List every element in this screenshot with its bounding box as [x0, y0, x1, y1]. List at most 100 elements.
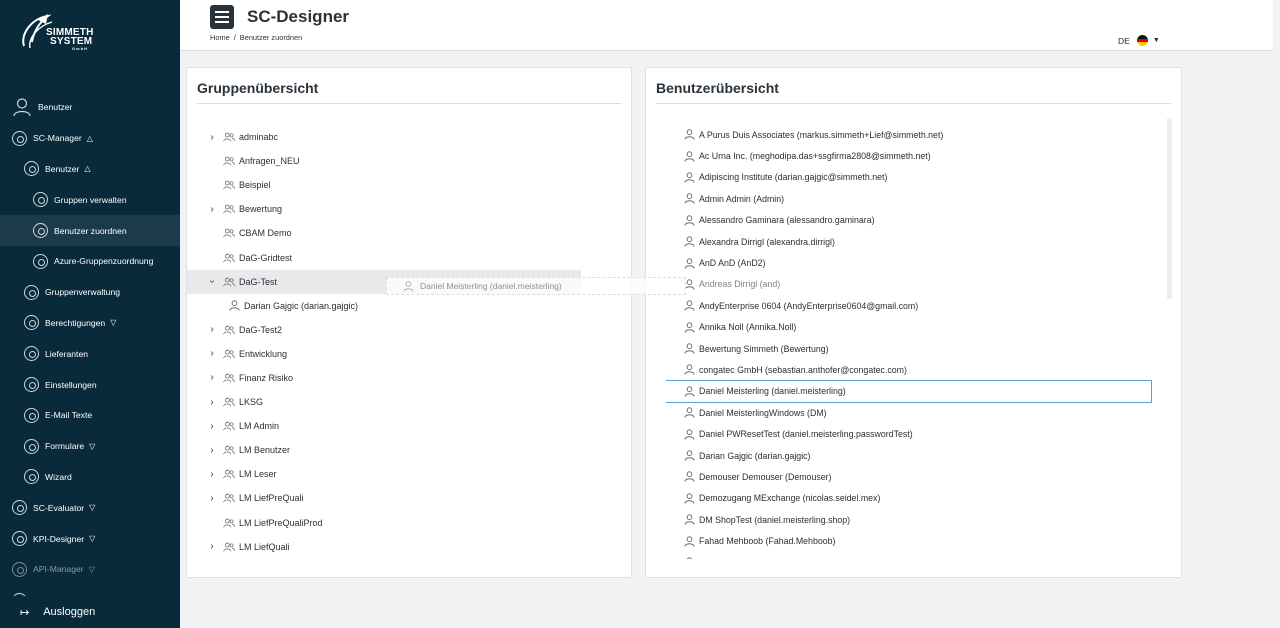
module-icon: [24, 469, 39, 485]
sidebar-item-gruppenverwaltung[interactable]: Gruppenverwaltung: [0, 277, 180, 308]
group-tree-row[interactable]: DaG-Gridtest: [207, 245, 627, 269]
user-group-icon: [223, 421, 235, 431]
group-tree-row[interactable]: › LM LiefQuali: [207, 535, 627, 559]
group-member-row[interactable]: Darian Gajgic (darian.gajgic): [207, 294, 627, 318]
sidebar-item-api-manager[interactable]: API-Manager ▽: [0, 554, 180, 585]
user-icon: [684, 322, 695, 333]
module-icon: [12, 500, 27, 516]
group-tree-row[interactable]: › Finanz Risiko: [207, 366, 627, 390]
user-list-item[interactable]: congatec GmbH (sebastian.anthofer@congat…: [666, 359, 1172, 380]
group-tree-row[interactable]: CBAM Demo: [207, 221, 627, 245]
group-tree-label: LM LiefPreQuali: [239, 493, 304, 504]
user-list-item[interactable]: AndyEnterprise 0604 (AndyEnterprise0604@…: [666, 295, 1172, 316]
chevron-right-icon[interactable]: ›: [207, 493, 217, 504]
user-list-item[interactable]: DM ShopTest (daniel.meisterling.shop): [666, 509, 1172, 530]
user-list-label: AndyEnterprise 0604 (AndyEnterprise0604@…: [699, 300, 919, 311]
chevron-right-icon[interactable]: ›: [207, 132, 217, 143]
user-group-icon: [223, 397, 235, 407]
divider: [197, 103, 621, 104]
group-tree-row[interactable]: › LM Leser: [207, 462, 627, 486]
user-list-scrollbar[interactable]: [1167, 118, 1172, 299]
user-list-item[interactable]: Admin Admin (Admin): [666, 188, 1172, 209]
user-list-item[interactable]: Andreas Dirrigl (and): [666, 274, 1172, 295]
chevron-right-icon[interactable]: ›: [207, 372, 217, 383]
user-list-label: Darian Gajgic (darian.gajgic): [699, 450, 811, 461]
chevron-right-icon[interactable]: ›: [207, 397, 217, 408]
group-tree-label: LM LiefPreQualiProd: [239, 517, 323, 528]
group-tree-row[interactable]: Beispiel: [207, 173, 627, 197]
user-list-item[interactable]: AnD AnD (AnD2): [666, 252, 1172, 273]
sidebar-item-kpi-designer[interactable]: KPI-Designer ▽: [0, 523, 180, 554]
logout-icon: ↦: [20, 606, 30, 619]
group-tree-row[interactable]: › LM Benutzer: [207, 438, 627, 462]
group-tree-row[interactable]: › DaG-Test2: [207, 318, 627, 342]
chevron-right-icon[interactable]: ›: [207, 541, 217, 552]
sidebar-item-label: Berechtigungen: [45, 317, 106, 328]
user-icon: [684, 429, 695, 440]
sidebar-item-wizard[interactable]: Wizard: [0, 462, 180, 493]
user-list-item[interactable]: Daniel MeisterlingWindows (DM): [666, 402, 1172, 423]
chevron-right-icon[interactable]: ›: [207, 445, 217, 456]
user-icon: [684, 172, 695, 183]
user-list-item[interactable]: Hanna Hahl (hanna.hahl): [666, 552, 1172, 559]
user-list-item[interactable]: Demouser Demouser (Demouser): [666, 466, 1172, 487]
chevron-down-icon[interactable]: ›: [207, 277, 218, 287]
group-tree-label: adminabc: [239, 132, 279, 143]
language-selector[interactable]: DE ▼: [1118, 35, 1160, 46]
sidebar-item-lieferanten[interactable]: Lieferanten: [0, 338, 180, 369]
user-list-item[interactable]: Daniel PWResetTest (daniel.meisterling.p…: [666, 423, 1172, 444]
group-tree-row[interactable]: LM LiefPreQualiProd: [207, 511, 627, 535]
user-list-item[interactable]: Alessandro Gaminara (alessandro.gaminara…: [666, 210, 1172, 231]
sidebar-item-gruppen-verwalten[interactable]: Gruppen verwalten: [0, 184, 180, 215]
group-tree-label: LKSG: [239, 397, 264, 408]
group-tree-row[interactable]: › Bewertung: [207, 197, 627, 221]
drag-preview-label: Daniel Meisterling (daniel.meisterling): [420, 281, 562, 291]
user-list-item[interactable]: Demozugang MExchange (nicolas.seidel.mex…: [666, 488, 1172, 509]
chevron-right-icon[interactable]: ›: [207, 204, 217, 215]
user-list-item[interactable]: Bewertung Simmeth (Bewertung): [666, 338, 1172, 359]
group-tree-row[interactable]: › adminabc: [207, 125, 627, 149]
german-flag-icon: [1136, 35, 1148, 46]
sidebar-item-label: E-Mail Texte: [45, 410, 93, 421]
chevron-right-icon[interactable]: ›: [207, 324, 217, 335]
user-group-icon: [223, 518, 235, 527]
user-group-icon: [223, 445, 235, 455]
module-icon: [12, 130, 27, 146]
chevron-right-icon[interactable]: ›: [207, 348, 217, 359]
user-list-label: AnD AnD (AnD2): [699, 258, 766, 269]
sidebar-item-berechtigungen[interactable]: Berechtigungen ▽: [0, 308, 180, 339]
sidebar-item-benutzer-zuordnen[interactable]: Benutzer zuordnen: [0, 215, 180, 246]
user-list-item[interactable]: Adipiscing Institute (darian.gajgic@simm…: [666, 167, 1172, 188]
group-tree-row[interactable]: › LKSG: [207, 390, 627, 414]
user-list-item[interactable]: Annika Noll (Annika.Noll): [666, 317, 1172, 338]
user-list-item[interactable]: Fahad Mehboob (Fahad.Mehboob): [666, 530, 1172, 551]
hamburger-menu-icon[interactable]: [210, 5, 234, 29]
chevron-right-icon[interactable]: ›: [207, 469, 217, 480]
module-icon: [12, 531, 27, 547]
breadcrumb-home[interactable]: Home: [210, 33, 230, 42]
logout-button[interactable]: ↦ Ausloggen: [0, 596, 180, 628]
sidebar-item-label: Benutzer: [45, 163, 80, 174]
sidebar-item-user-profile[interactable]: Benutzer: [0, 92, 180, 123]
user-icon: [684, 343, 695, 354]
chevron-right-icon[interactable]: ›: [207, 421, 217, 432]
user-list-item[interactable]: Ac Urna Inc. (meghodipa.das+ssgfirma2808…: [666, 145, 1172, 166]
sidebar-item-einstellungen[interactable]: Einstellungen: [0, 369, 180, 400]
user-list-item[interactable]: A Purus Duis Associates (markus.simmeth+…: [666, 124, 1172, 145]
sidebar-item-sc-manager[interactable]: SC-Manager △: [0, 123, 180, 154]
user-list-item[interactable]: Daniel Meisterling (daniel.meisterling): [666, 379, 1152, 404]
user-list-item[interactable]: Alexandra Dirrigl (alexandra.dirrigl): [666, 231, 1172, 252]
sidebar-item-azure-gruppenzuordnung[interactable]: Azure-Gruppenzuordnung: [0, 246, 180, 277]
sidebar-item-benutzer[interactable]: Benutzer △: [0, 154, 180, 185]
group-tree-row[interactable]: Anfragen_NEU: [207, 149, 627, 173]
group-tree-row[interactable]: › LM Admin: [207, 414, 627, 438]
sidebar-item-label: KPI-Designer: [33, 533, 85, 544]
user-group-icon: [223, 494, 235, 503]
user-list-item[interactable]: Darian Gajgic (darian.gajgic): [666, 445, 1172, 466]
sidebar-item-e-mail-texte[interactable]: E-Mail Texte: [0, 400, 180, 431]
group-tree-row[interactable]: › Entwicklung: [207, 342, 627, 366]
group-tree-row[interactable]: › LM LiefPreQuali: [207, 486, 627, 510]
user-list-label: Alexandra Dirrigl (alexandra.dirrigl): [699, 236, 835, 247]
sidebar-item-sc-evaluator[interactable]: SC-Evaluator ▽: [0, 492, 180, 523]
sidebar-item-formulare[interactable]: Formulare ▽: [0, 431, 180, 462]
